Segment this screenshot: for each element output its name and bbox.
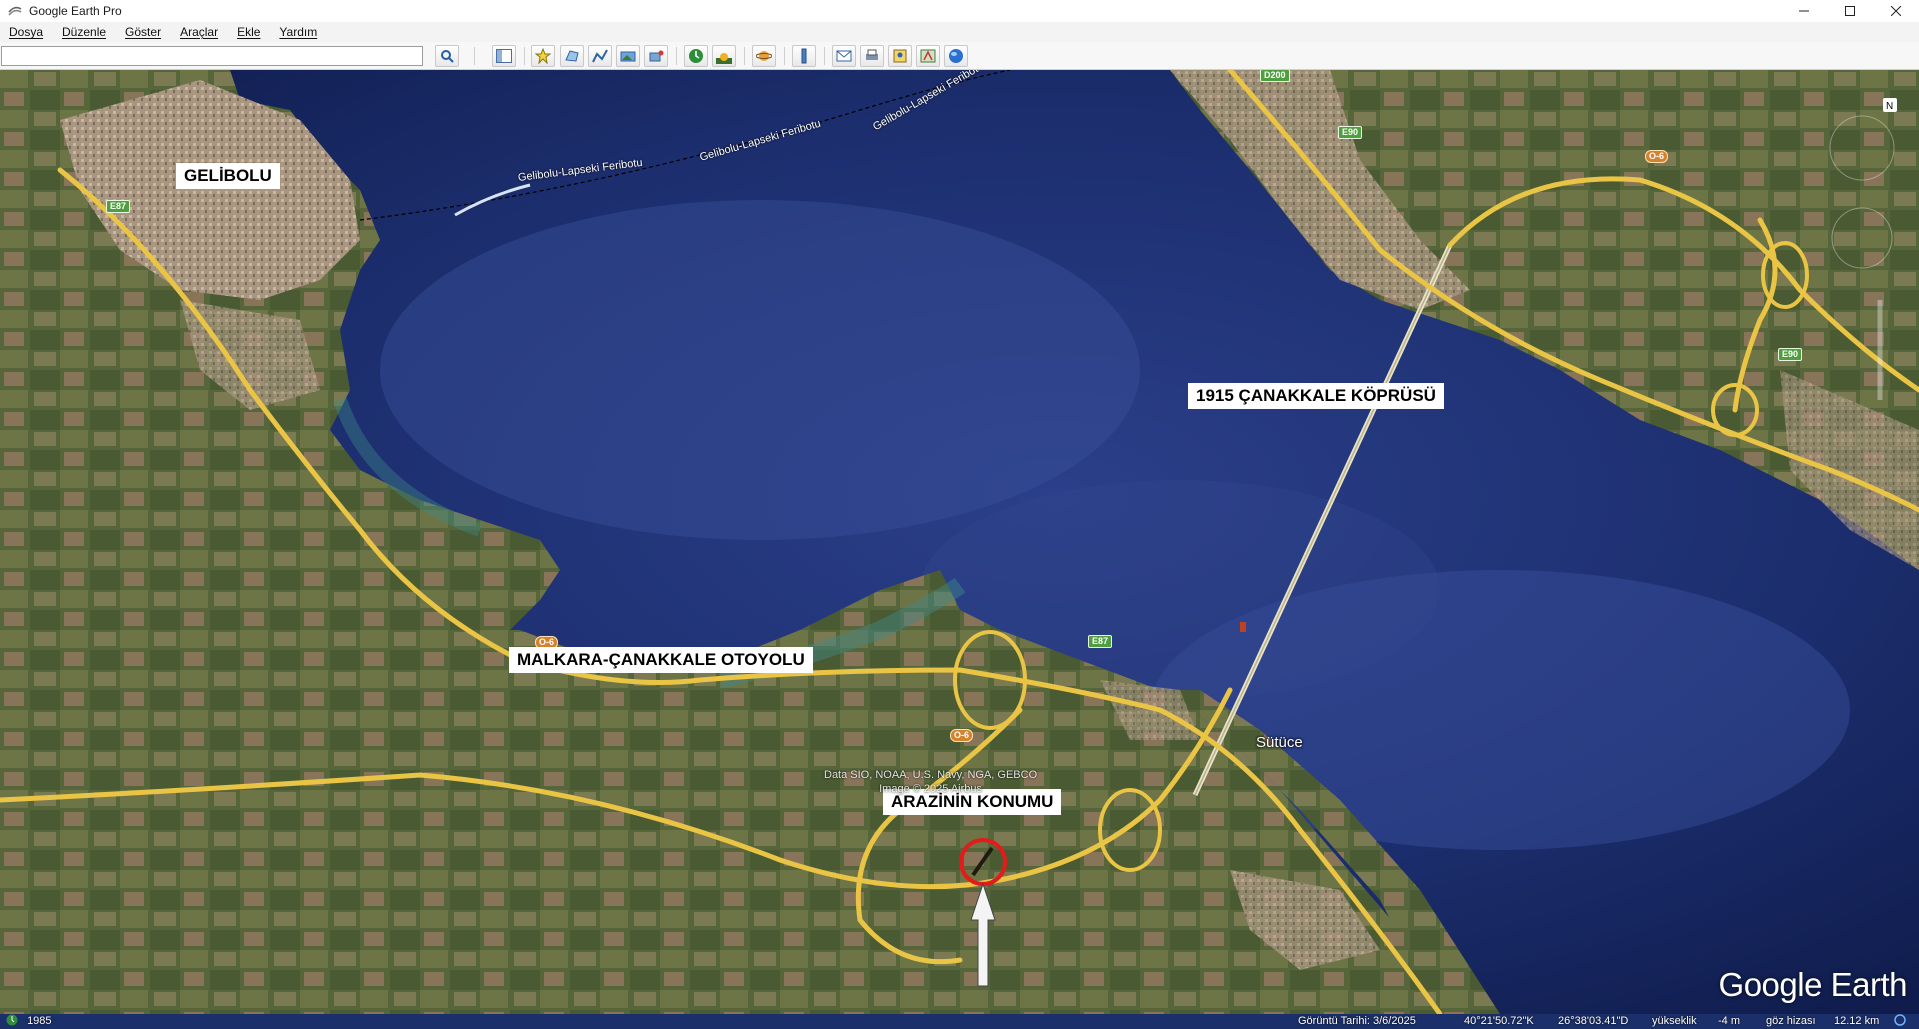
view-in-maps-icon: [920, 49, 936, 63]
streaming-circle-icon: [1894, 1014, 1906, 1026]
sidebar-toggle-icon: [496, 49, 512, 63]
menu-tools[interactable]: Araçlar: [177, 24, 221, 40]
window-title: Google Earth Pro: [29, 4, 122, 18]
north-reset-button[interactable]: N: [1883, 98, 1897, 117]
polygon-icon: [565, 50, 579, 62]
menu-add[interactable]: Ekle: [234, 24, 263, 40]
maximize-icon: [1845, 6, 1855, 16]
clock-icon: [6, 1014, 18, 1026]
search-input[interactable]: [1, 46, 423, 66]
attribution-line-1: Data SIO, NOAA, U.S. Navy, NGA, GEBCO: [824, 769, 1038, 781]
road-shield-e90: E90: [1338, 126, 1363, 139]
minimize-icon: [1799, 10, 1809, 12]
road-shield-d200: D200: [1260, 70, 1290, 82]
print-icon: [866, 49, 878, 60]
latitude: 40°21'50.72"K: [1464, 1015, 1534, 1027]
eye-altitude-value: 12.12 km: [1834, 1015, 1880, 1027]
svg-text:N: N: [1886, 101, 1893, 112]
planets-icon: [756, 51, 772, 61]
add-polygon-button[interactable]: [560, 45, 584, 67]
menu-view[interactable]: Göster: [122, 24, 164, 40]
close-icon: [1891, 6, 1901, 16]
road-shield-e87-south: E87: [1088, 635, 1113, 648]
highway-label: MALKARA-ÇANAKKALE OTOYOLU: [509, 647, 813, 673]
north-arrow-icon: N: [1883, 98, 1897, 112]
maximize-button[interactable]: [1827, 0, 1873, 22]
bridge-label: 1915 ÇANAKKALE KÖPRÜSÜ: [1188, 383, 1444, 409]
record-tour-icon: [649, 50, 664, 62]
search-button[interactable]: [435, 45, 459, 67]
menu-file[interactable]: Dosya: [6, 24, 46, 40]
google-earth-logo: Google Earth: [1718, 966, 1908, 1003]
menu-help[interactable]: Yardım: [276, 24, 320, 40]
add-path-button[interactable]: [588, 45, 612, 67]
sunlight-icon: [716, 53, 732, 64]
status-bar: 1985 Görüntü Tarihi: 3/6/2025 40°21'50.7…: [0, 1014, 1919, 1029]
add-image-overlay-button[interactable]: [616, 45, 640, 67]
path-icon: [592, 49, 608, 63]
title-bar: Google Earth Pro: [0, 0, 1919, 22]
menu-bar: Dosya Düzenle Göster Araçlar Ekle Yardım: [0, 22, 1919, 42]
planets-button[interactable]: [752, 45, 776, 67]
save-image-icon: [893, 49, 907, 63]
toolbar: [0, 42, 1919, 70]
longitude: 26°38'03.41"D: [1558, 1015, 1629, 1027]
earth-gallery-icon: [949, 49, 963, 63]
view-in-maps-button[interactable]: [916, 45, 940, 67]
ruler-button[interactable]: [792, 45, 816, 67]
save-image-button[interactable]: [888, 45, 912, 67]
imagery-date: Görüntü Tarihi: 3/6/2025: [1298, 1015, 1416, 1027]
elevation-value: -4 m: [1718, 1015, 1740, 1027]
search-icon: [441, 50, 454, 63]
google-earth-app-icon: [8, 6, 22, 16]
add-placemark-button[interactable]: [531, 45, 555, 67]
road-shield-o6-south: O-6: [950, 729, 974, 742]
road-shield-e90-east: E90: [1778, 348, 1803, 361]
attribution: Data SIO, NOAA, U.S. Navy, NGA, GEBCO Im…: [824, 768, 1037, 796]
google-earth-window: Google Earth Pro Dosya Düzenle Göster Ar…: [0, 0, 1919, 1029]
ruler-icon: [801, 48, 807, 64]
historical-imagery-indicator[interactable]: 1985: [6, 1014, 52, 1027]
gelibolu-label: GELİBOLU: [176, 163, 280, 189]
sidebar-toggle-button[interactable]: [492, 45, 516, 67]
historical-imagery-icon: [689, 49, 703, 63]
placemark-icon: [535, 48, 551, 64]
eye-altitude-label: göz hizası: [1766, 1015, 1816, 1027]
email-button[interactable]: [832, 45, 856, 67]
satellite-imagery: [0, 70, 1919, 1014]
elevation-label: yükseklik: [1652, 1015, 1697, 1027]
streaming-indicator: [1894, 1014, 1906, 1029]
close-button[interactable]: [1873, 0, 1919, 22]
minimize-button[interactable]: [1781, 0, 1827, 22]
print-button[interactable]: [860, 45, 884, 67]
image-overlay-icon: [620, 51, 636, 62]
road-shield-e87-west: E87: [106, 200, 131, 213]
earth-gallery-button[interactable]: [944, 45, 968, 67]
menu-edit[interactable]: Düzenle: [59, 24, 109, 40]
road-shield-o6-north: O-6: [1645, 150, 1669, 163]
imagery-year: 1985: [27, 1015, 52, 1027]
attribution-line-2: Image © 2025 Airbus: [879, 783, 982, 795]
historical-imagery-button[interactable]: [684, 45, 708, 67]
email-icon: [836, 50, 852, 62]
sutuce-place-name: Sütüce: [1256, 734, 1303, 751]
map-view[interactable]: D200 E90 O-6 E87 E90 E87 O-6 O-6 Gelibol…: [0, 70, 1919, 1014]
sunlight-button[interactable]: [712, 45, 736, 67]
record-tour-button[interactable]: [644, 45, 668, 67]
